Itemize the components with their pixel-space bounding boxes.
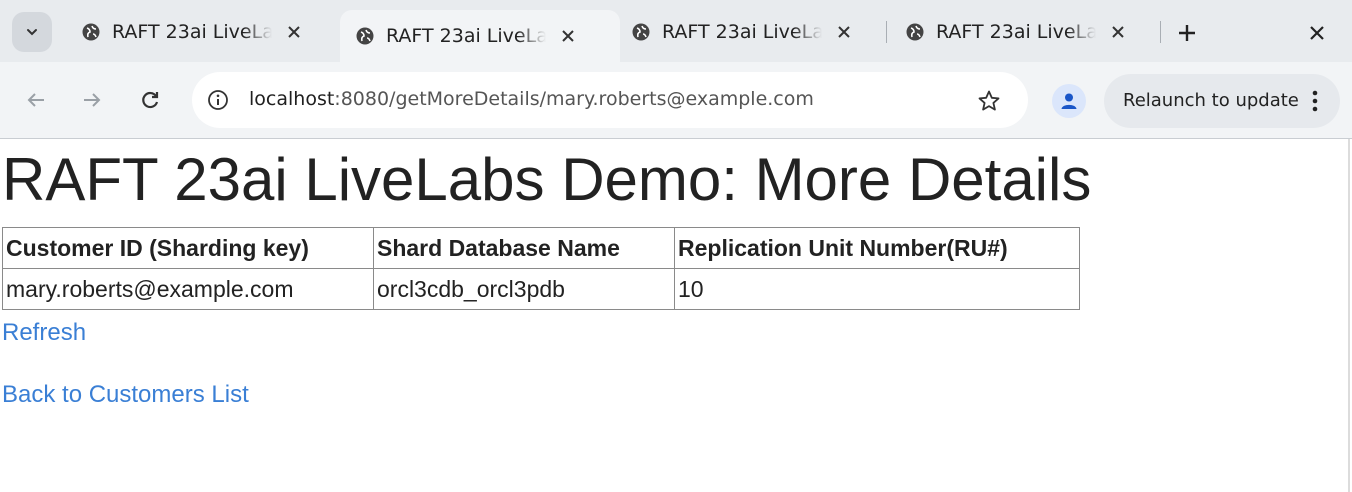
forward-button[interactable] [72,80,112,120]
column-header-ru-number: Replication Unit Number(RU#) [674,227,1080,269]
details-table: Customer ID (Sharding key) Shard Databas… [2,227,1080,310]
globe-icon [630,21,652,43]
person-icon [1061,93,1077,109]
table-header-row: Customer ID (Sharding key) Shard Databas… [2,227,1080,269]
globe-icon [904,21,926,43]
tab-separator [886,21,887,43]
close-icon [1310,26,1324,40]
relaunch-label: Relaunch to update [1123,90,1299,111]
page-content: RAFT 23ai LiveLabs Demo: More Details Cu… [0,139,1350,492]
globe-icon [354,25,376,47]
info-icon[interactable] [206,88,230,112]
cell-ru-number: 10 [674,268,1080,310]
close-icon[interactable] [1106,20,1130,44]
globe-icon [80,21,102,43]
relaunch-button[interactable]: Relaunch to update [1104,74,1340,128]
tab-search-button[interactable] [12,12,52,52]
refresh-link[interactable]: Refresh [2,319,86,347]
tab-strip: RAFT 23ai LiveLabs Demo: More Details RA… [0,0,1352,62]
reload-icon [142,91,159,109]
arrow-left-icon [27,93,44,107]
close-icon[interactable] [832,20,856,44]
tab-title: RAFT 23ai LiveLabs Demo: More Details [662,21,822,43]
url-host: localhost [249,88,335,110]
tab-title: RAFT 23ai LiveLabs Demo: More Details [386,25,546,47]
plus-icon [1179,25,1195,41]
profile-avatar[interactable] [1052,84,1086,118]
tab-4[interactable]: RAFT 23ai LiveLabs Demo: More Details [894,10,1160,54]
column-header-shard-db: Shard Database Name [373,227,675,269]
more-vert-icon[interactable] [1304,86,1326,116]
tab-3[interactable]: RAFT 23ai LiveLabs Demo: More Details [618,10,890,54]
new-tab-button[interactable] [1172,18,1202,48]
arrow-right-icon [84,93,101,107]
cell-customer-id: mary.roberts@example.com [2,268,374,310]
close-icon[interactable] [282,20,306,44]
page-title: RAFT 23ai LiveLabs Demo: More Details [2,146,1092,213]
tab-title: RAFT 23ai LiveLabs Demo: More Details [112,21,272,43]
column-header-customer-id: Customer ID (Sharding key) [2,227,374,269]
tab-1[interactable]: RAFT 23ai LiveLabs Demo: More Details [72,10,340,54]
table-row: mary.roberts@example.com orcl3cdb_orcl3p… [2,268,1080,310]
tab-separator [1160,21,1161,43]
url-text[interactable]: localhost:8080/getMoreDetails/mary.rober… [249,88,814,110]
back-to-customers-link[interactable]: Back to Customers List [2,381,249,409]
tab-2[interactable]: RAFT 23ai LiveLabs Demo: More Details [340,10,620,62]
tab-title: RAFT 23ai LiveLabs Demo: More Details [936,21,1096,43]
url-path: :8080/getMoreDetails/mary.roberts@exampl… [334,88,814,110]
window-close-button[interactable] [1302,18,1332,48]
browser-toolbar: localhost:8080/getMoreDetails/mary.rober… [0,62,1352,139]
cell-shard-db: orcl3cdb_orcl3pdb [373,268,675,310]
address-bar[interactable]: localhost:8080/getMoreDetails/mary.rober… [192,72,1028,128]
close-icon[interactable] [556,24,580,48]
back-button[interactable] [16,80,56,120]
chevron-down-icon [27,29,37,36]
reload-button[interactable] [130,80,170,120]
bookmark-star-icon[interactable] [976,88,1002,114]
